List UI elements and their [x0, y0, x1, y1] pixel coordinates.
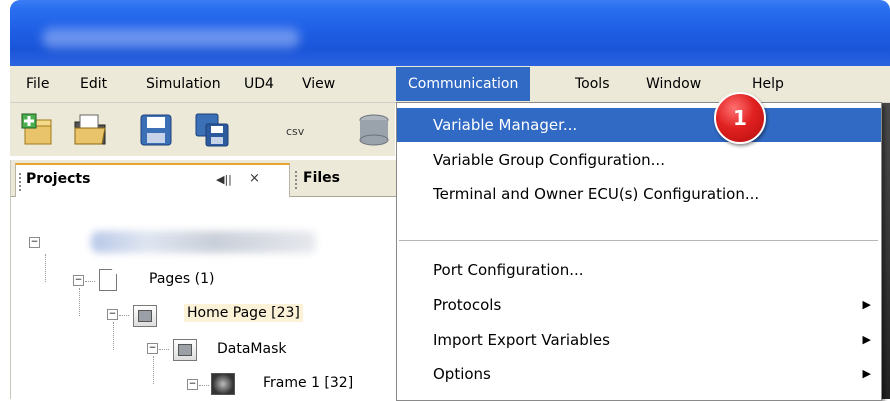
step-badge: 1 — [714, 92, 766, 144]
tree-expander[interactable]: − — [29, 237, 40, 248]
submenu-arrow-icon: ▶ — [862, 333, 871, 346]
menu-item-import-export-variables[interactable]: Import Export Variables ▶ — [397, 323, 881, 357]
csv-icon[interactable]: csv — [286, 125, 304, 138]
database-icon[interactable] — [356, 112, 392, 148]
frame-icon — [211, 373, 235, 395]
tree-node-pages[interactable]: Pages (1) — [149, 271, 214, 287]
menu-help[interactable]: Help — [752, 73, 784, 95]
menu-item-options[interactable]: Options ▶ — [397, 357, 881, 391]
tree-expander[interactable]: − — [73, 275, 84, 286]
menu-item-label: Protocols — [433, 296, 502, 314]
tree-connector — [45, 254, 46, 282]
close-tab-icon[interactable]: × — [249, 171, 260, 186]
project-name-blurred — [91, 231, 316, 253]
tab-files-label: Files — [303, 170, 340, 186]
window-title-blurred — [42, 28, 300, 48]
menu-item-port-configuration[interactable]: Port Configuration... — [397, 253, 881, 287]
menu-communication[interactable]: Communication — [396, 67, 531, 101]
submenu-arrow-icon: ▶ — [862, 367, 871, 380]
panel-tab-bar: Projects ◀|| × Files — [11, 160, 401, 197]
menu-item-label: Options — [433, 365, 491, 383]
menu-simulation[interactable]: Simulation — [146, 73, 221, 95]
tab-grip[interactable] — [295, 171, 300, 189]
document-icon — [99, 269, 117, 291]
open-folder-icon[interactable] — [72, 112, 108, 148]
tree-node-frame-1[interactable]: Frame 1 [32] — [263, 375, 353, 391]
menu-item-label: Terminal and Owner ECU(s) Configuration.… — [433, 185, 760, 203]
toolbar: csv — [10, 103, 395, 156]
tree-connector — [159, 349, 169, 350]
menu-view[interactable]: View — [302, 73, 335, 95]
menu-item-label: Port Configuration... — [433, 261, 584, 279]
tree-expander[interactable]: − — [187, 379, 198, 390]
menu-item-label: Variable Manager... — [433, 116, 578, 134]
tree-connector — [79, 288, 80, 316]
tree-expander[interactable]: − — [107, 309, 118, 320]
projects-panel: Projects ◀|| × Files − − Pages (1) − Hom… — [10, 160, 401, 399]
tree-connector — [113, 322, 114, 350]
new-project-icon[interactable] — [20, 112, 56, 148]
submenu-arrow-icon: ▶ — [862, 298, 871, 311]
menu-item-terminal-owner-ecu-configuration[interactable]: Terminal and Owner ECU(s) Configuration.… — [397, 177, 881, 211]
tab-projects[interactable]: Projects ◀|| × — [15, 163, 290, 197]
menu-item-variable-group-configuration[interactable]: Variable Group Configuration... — [397, 143, 881, 177]
menu-window[interactable]: Window — [646, 73, 701, 95]
tree-node-home-page[interactable]: Home Page [23] — [184, 304, 303, 322]
minimize-panel-icon[interactable]: ◀|| — [216, 173, 232, 186]
tab-projects-label: Projects — [26, 171, 91, 187]
tree-connector — [119, 315, 129, 316]
save-all-icon[interactable] — [194, 112, 230, 148]
tab-grip[interactable] — [19, 173, 24, 191]
menu-bar: File Edit Simulation UD4 View Communicat… — [10, 66, 890, 103]
window-title-bar — [10, 0, 890, 66]
menu-item-protocols[interactable]: Protocols ▶ — [397, 288, 881, 322]
menu-item-label: Import Export Variables — [433, 331, 610, 349]
menu-item-variable-manager[interactable]: Variable Manager... — [397, 108, 881, 142]
datamask-icon — [173, 339, 197, 361]
menu-item-label: Variable Group Configuration... — [433, 151, 665, 169]
tree-connector — [85, 281, 95, 282]
menu-edit[interactable]: Edit — [80, 73, 107, 95]
page-icon — [133, 305, 157, 327]
menu-ud4[interactable]: UD4 — [244, 73, 274, 95]
menu-tools[interactable]: Tools — [575, 73, 610, 95]
tree-node-datamask[interactable]: DataMask — [217, 341, 287, 357]
menu-file[interactable]: File — [26, 73, 49, 95]
menu-separator — [399, 240, 878, 242]
tree-connector — [153, 356, 154, 384]
tree-connector — [199, 385, 209, 386]
tree-expander[interactable]: − — [147, 343, 158, 354]
communication-dropdown: Variable Manager... Variable Group Confi… — [396, 102, 882, 401]
tab-files[interactable]: Files — [293, 165, 401, 196]
save-icon[interactable] — [138, 112, 174, 148]
